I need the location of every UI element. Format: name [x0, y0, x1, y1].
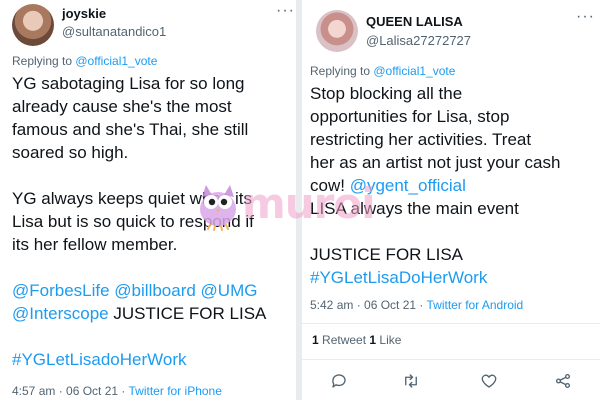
tweet-text-segment: restricting her activities. Treat — [310, 130, 532, 149]
tweet-text-segment: YG always keeps quiet when its — [12, 189, 253, 208]
tweet-text-line — [12, 256, 266, 279]
tweet-text-line — [310, 220, 560, 243]
tweet-timestamp[interactable]: 4:57 am · 06 Oct 21 · — [12, 384, 129, 398]
mention-link[interactable]: #YGLetLisadoHerWork — [12, 350, 187, 369]
tweet-text-line: YG sabotaging Lisa for so long — [12, 72, 266, 95]
tweet-text: YG sabotaging Lisa for so long already ca… — [12, 72, 266, 371]
more-icon[interactable]: ··· — [276, 2, 295, 20]
more-icon[interactable]: ··· — [576, 8, 595, 26]
reply-icon[interactable] — [328, 370, 350, 392]
avatar[interactable] — [316, 10, 358, 52]
replying-to-mention[interactable]: @official1_vote — [75, 54, 157, 68]
mention-link[interactable]: @ForbesLife @billboard @UMG — [12, 281, 257, 300]
tweet-source[interactable]: Twitter for iPhone — [129, 384, 222, 398]
engagement-stats: 1 Retweet 1 Like — [312, 333, 401, 347]
tweet-text-line — [12, 164, 266, 187]
tweet-source[interactable]: Twitter for Android — [427, 298, 524, 312]
tweet-text-segment: famous and she's Thai, she still — [12, 120, 249, 139]
tweet-text-line: cow! @ygent_official — [310, 174, 560, 197]
tweet-text-line: LISA always the main event — [310, 197, 560, 220]
share-icon[interactable] — [552, 370, 574, 392]
tweet-text-line: #YGLetLisadoHerWork — [12, 348, 266, 371]
tweet-text-line: already cause she's the most — [12, 95, 266, 118]
tweet-text-segment: soared so high. — [12, 143, 129, 162]
like-label[interactable]: Like — [376, 333, 401, 347]
tweet-actions — [302, 366, 600, 396]
mention-link[interactable]: @ygent_official — [350, 176, 466, 195]
tweet-text-segment: JUSTICE FOR LISA — [108, 304, 267, 323]
user-handle[interactable]: @Lalisa27272727 — [366, 33, 471, 48]
tweet-text-line: famous and she's Thai, she still — [12, 118, 266, 141]
tweet-text-segment: JUSTICE FOR LISA — [310, 245, 464, 264]
tweet-meta: 4:57 am · 06 Oct 21 · Twitter for iPhone — [12, 384, 222, 398]
tweet-text-segment: cow! — [310, 176, 350, 195]
tweet-text-segment: her as an artist not just your cash — [310, 153, 561, 172]
retweet-icon[interactable] — [400, 370, 422, 392]
mention-link[interactable]: @Interscope — [12, 304, 109, 323]
avatar[interactable] — [12, 4, 54, 46]
tweet-text-line: soared so high. — [12, 141, 266, 164]
tweet-text-line: its her fellow member. — [12, 233, 266, 256]
tweet-text-line: @ForbesLife @billboard @UMG — [12, 279, 266, 302]
replying-to-label: Replying to — [12, 54, 76, 68]
divider — [302, 323, 600, 324]
tweet-text-line: JUSTICE FOR LISA — [310, 243, 560, 266]
replying-to-label: Replying to — [310, 64, 374, 78]
tweet-card-left: joyskie @sultanatandico1 ··· Replying to… — [0, 0, 296, 400]
tweet-timestamp[interactable]: 5:42 am · 06 Oct 21 · — [310, 298, 427, 312]
like-icon[interactable] — [478, 370, 500, 392]
tweet-text-line: #YGLetLisaDoHerWork — [310, 266, 560, 289]
user-handle[interactable]: @sultanatandico1 — [62, 24, 166, 39]
replying-to: Replying to @official1_vote — [310, 64, 455, 78]
tweet-text-line: opportunities for Lisa, stop — [310, 105, 560, 128]
retweet-count[interactable]: 1 — [312, 333, 319, 347]
tweet-text-segment: already cause she's the most — [12, 97, 232, 116]
tweet-text-line: @Interscope JUSTICE FOR LISA — [12, 302, 266, 325]
tweet-text-line — [12, 325, 266, 348]
tweet-text-line: Lisa but is so quick to respond if — [12, 210, 266, 233]
tweet-text-line: Stop blocking all the — [310, 82, 560, 105]
tweet-text-segment: Lisa but is so quick to respond if — [12, 212, 254, 231]
display-name[interactable]: joyskie — [62, 6, 106, 21]
tweet-text-line: her as an artist not just your cash — [310, 151, 560, 174]
tweet-text-line: YG always keeps quiet when its — [12, 187, 266, 210]
tweet-text: Stop blocking all the opportunities for L… — [310, 82, 560, 289]
divider — [302, 359, 600, 360]
display-name[interactable]: QUEEN LALISA — [366, 14, 463, 29]
tweet-text-segment: opportunities for Lisa, stop — [310, 107, 510, 126]
tweet-text-segment: LISA always the main event — [310, 199, 519, 218]
replying-to: Replying to @official1_vote — [12, 54, 157, 68]
tweet-card-right: QUEEN LALISA @Lalisa27272727 ··· Replyin… — [302, 0, 600, 400]
tweet-text-line: restricting her activities. Treat — [310, 128, 560, 151]
tweet-text-segment: its her fellow member. — [12, 235, 178, 254]
replying-to-mention[interactable]: @official1_vote — [373, 64, 455, 78]
retweet-label[interactable]: Retweet — [319, 333, 370, 347]
tweet-text-segment: Stop blocking all the — [310, 84, 463, 103]
tweet-meta: 5:42 am · 06 Oct 21 · Twitter for Androi… — [310, 298, 523, 312]
tweet-text-segment: YG sabotaging Lisa for so long — [12, 74, 245, 93]
mention-link[interactable]: #YGLetLisaDoHerWork — [310, 268, 487, 287]
